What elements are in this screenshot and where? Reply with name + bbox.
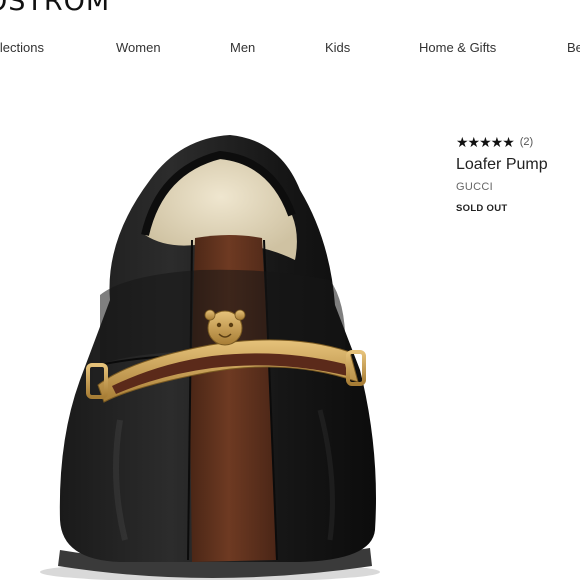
product-brand[interactable]: GUCCI bbox=[456, 181, 580, 193]
nav-item-men[interactable]: Men bbox=[230, 40, 255, 55]
product-title: Loafer Pump bbox=[456, 156, 548, 173]
availability-status: SOLD OUT bbox=[456, 203, 508, 214]
nav-item-kids[interactable]: Kids bbox=[325, 40, 350, 55]
nav-item-collections[interactable]: llections bbox=[0, 40, 44, 55]
rating[interactable]: ★★★★★ (2) bbox=[456, 134, 580, 150]
store-logo[interactable]: OSTROM bbox=[0, 0, 110, 17]
nav-item-women[interactable]: Women bbox=[116, 40, 161, 55]
nav-item-beauty[interactable]: Be bbox=[567, 40, 580, 55]
product-image[interactable] bbox=[0, 120, 420, 580]
nav-item-home-gifts[interactable]: Home & Gifts bbox=[419, 40, 496, 55]
product-info: ★★★★★ (2) Loafer Pump GUCCI SOLD OUT bbox=[456, 134, 580, 214]
main-nav: llections Women Men Kids Home & Gifts Be bbox=[0, 40, 580, 60]
rating-count[interactable]: (2) bbox=[520, 136, 533, 148]
star-rating-icon: ★★★★★ bbox=[456, 134, 515, 150]
